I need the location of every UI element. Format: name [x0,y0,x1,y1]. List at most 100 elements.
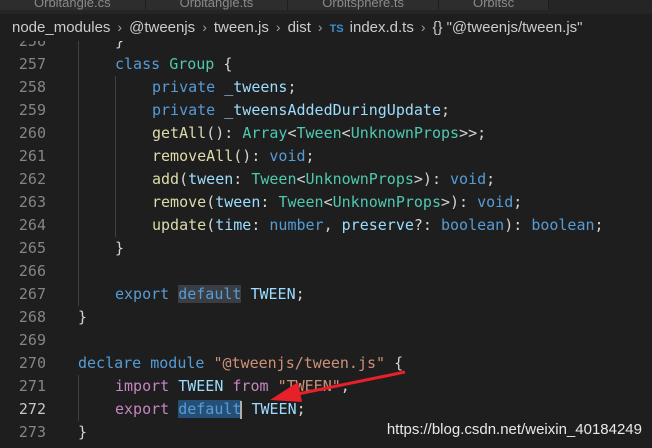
indent-guide [78,398,79,421]
indent-guide [78,375,79,398]
code-text: getAll(): Array<Tween<UnknownProps>>; [152,122,486,145]
code-token: ( [206,216,216,234]
line-number: 264 [18,216,46,234]
code-token: ( [206,193,216,211]
code-text: remove(tween: Tween<UnknownProps>): void… [152,191,522,214]
indent-guide [78,99,79,122]
code-line[interactable]: 260 getAll(): Array<Tween<UnknownProps>>; [0,122,652,145]
code-line[interactable]: 269 [0,329,652,352]
code-token: (): [233,147,270,165]
code-line[interactable]: 257 class Group { [0,53,652,76]
code-line[interactable]: 258 private _tweens; [0,76,652,99]
indent-guide [115,191,116,214]
breadcrumb-item-tweenjs[interactable]: @tweenjs [129,14,195,41]
code-token: UnknownProps [350,124,460,142]
code-token: ; [486,170,496,188]
code-token: < [341,124,351,142]
editor-tab[interactable]: Orbitsphere.ts [288,0,439,10]
code-token: : [260,193,279,211]
code-token: UnknownProps [332,193,441,211]
code-token: class [115,55,170,73]
editor-tab[interactable]: Orbitangle.cs [0,0,146,10]
code-line[interactable]: 266 [0,260,652,283]
code-text: class Group { [115,53,232,76]
code-token: } [115,239,125,257]
code-token: UnknownProps [305,170,414,188]
code-token: ?: [413,216,441,234]
code-editor[interactable]: 256} 257 class Group {258 private _tweens; 2… [0,41,652,448]
code-line[interactable]: 265} [0,237,652,260]
indent-guide [78,53,79,76]
code-text: add(tween: Tween<UnknownProps>): void; [152,168,495,191]
indent-guide [78,214,79,237]
line-number: 272 [18,400,46,418]
indent-guide [78,168,79,191]
code-line[interactable]: 267 export default TWEEN; [0,283,652,306]
code-token: Tween [278,193,324,211]
code-text: private _tweensAddedDuringUpdate; [152,99,450,122]
code-line[interactable]: 256} [0,41,652,53]
code-token: private [152,78,225,96]
code-token: TWEEN [250,285,296,303]
code-token: } [78,308,88,326]
code-token: } [78,423,88,441]
indent-guide [115,214,116,237]
code-token: number [269,216,324,234]
code-line[interactable]: 270 declare module "@tweenjs/tween.js" { [0,352,652,375]
breadcrumb-item-node-modules[interactable]: node_modules [12,14,110,41]
indent-guide [78,283,79,306]
code-text: removeAll(): void; [152,145,315,168]
code-token: ; [594,216,604,234]
code-token: Group [169,55,215,73]
code-line[interactable]: 264 update(time: number, preserve?: boole… [0,214,652,237]
code-token: , [323,216,342,234]
line-number: 257 [18,55,46,73]
editor-tab-bar: Orbitangle.cs Orbitangle.ts Orbitsphere.ts… [0,0,652,14]
breadcrumb-item-file[interactable]: index.d.ts [350,14,414,41]
code-token: } [115,41,125,50]
code-token: tween [215,193,261,211]
code-line[interactable]: 268} [0,306,652,329]
editor-tab[interactable]: Orbitsc [438,0,550,10]
code-line[interactable]: 271 import TWEEN from "TWEEN"; [0,375,652,398]
code-token: TWEEN [251,400,297,418]
code-token: >): [441,193,478,211]
code-token: { [385,354,404,372]
code-token: void [269,147,306,165]
code-line[interactable]: 262 add(tween: Tween<UnknownProps>): void… [0,168,652,191]
breadcrumb-item-tween-js[interactable]: tween.js [214,14,269,41]
code-token: export [115,400,179,418]
code-token: preserve [341,216,414,234]
code-line[interactable]: 259 private _tweensAddedDuringUpdate; [0,99,652,122]
code-token: ( [179,170,189,188]
code-token: private [152,101,225,119]
code-token: "@tweenjs/tween.js" [213,354,386,372]
code-token: < [296,170,306,188]
code-text: } [115,237,124,260]
code-token: void [450,170,487,188]
line-number: 262 [18,170,46,188]
line-number: 271 [18,377,46,395]
code-token: export [115,285,179,303]
code-text: import TWEEN from "TWEEN"; [115,375,350,398]
code-token: _tweens [224,78,288,96]
indent-guide [115,76,116,99]
watermark-text: https://blog.csdn.net/weixin_40184249 [386,421,642,438]
code-line[interactable]: 261 removeAll(): void; [0,145,652,168]
code-line[interactable]: 263 remove(tween: Tween<UnknownProps>): v… [0,191,652,214]
code-token: ; [296,400,306,418]
indent-guide [78,237,79,260]
breadcrumb-item-symbol[interactable]: "@tweenjs/tween.js" [447,14,583,41]
code-token: Array [242,124,288,142]
code-token: import [115,377,179,395]
code-token: ; [295,285,305,303]
code-token: removeAll [152,147,234,165]
editor-tab[interactable]: Orbitangle.ts [145,0,289,10]
code-token: < [323,193,333,211]
line-number: 273 [18,423,46,441]
breadcrumb-item-dist[interactable]: dist [288,14,311,41]
code-line[interactable]: 272 export default TWEEN; [0,398,652,421]
code-token: from [232,377,278,395]
code-token: boolean [531,216,595,234]
code-token: remove [152,193,207,211]
